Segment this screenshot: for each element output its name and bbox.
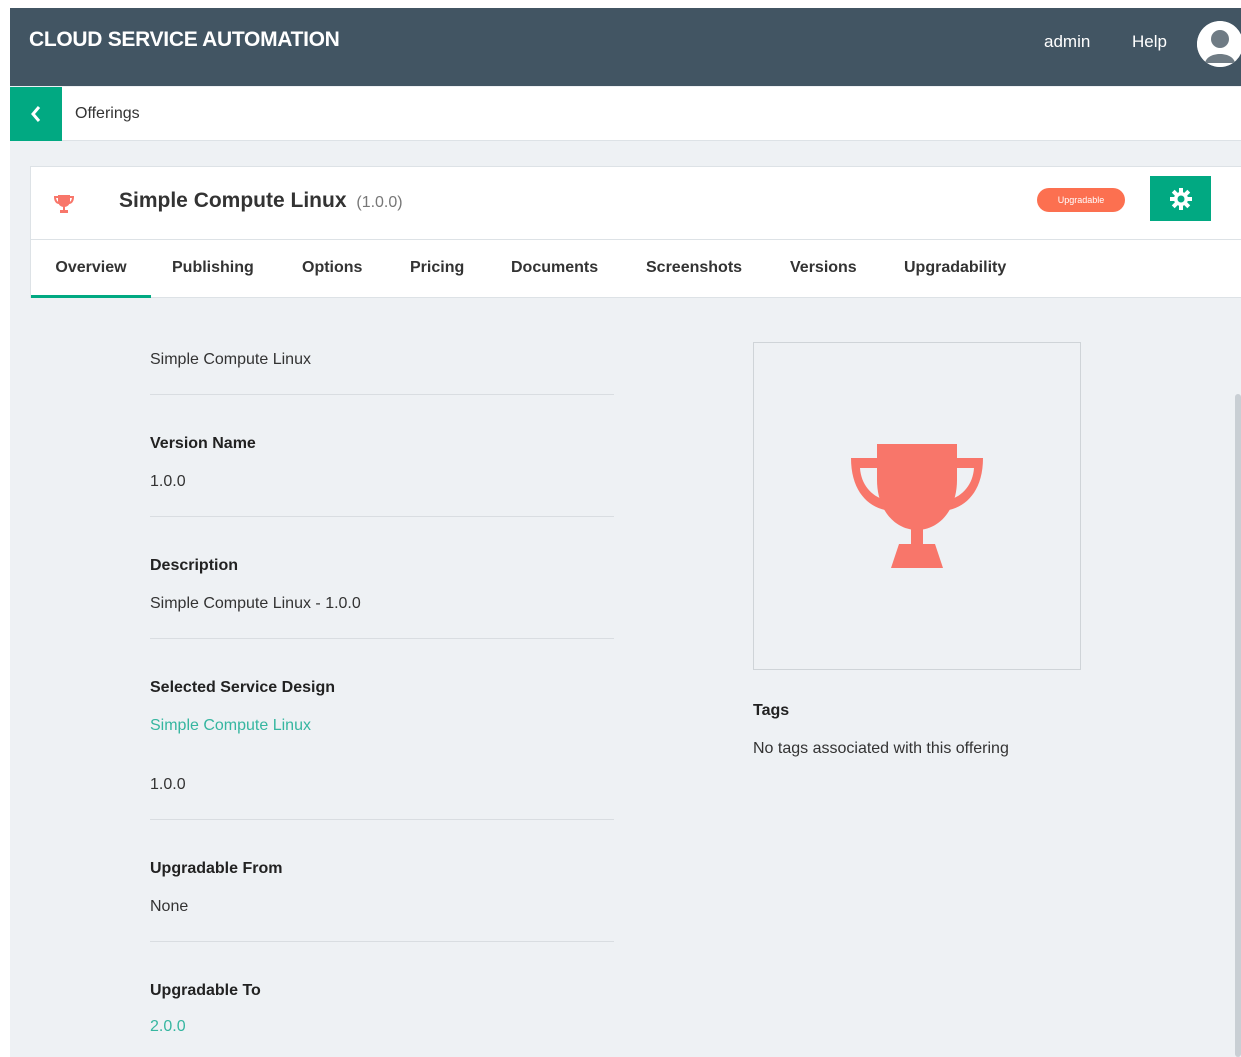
upgradable-from-value: None	[150, 898, 189, 915]
back-button[interactable]	[10, 87, 62, 141]
description-value: Simple Compute Linux - 1.0.0	[150, 595, 361, 612]
upgradable-to-label: Upgradable To	[150, 982, 261, 999]
tab-bar: Overview Publishing Options Pricing Docu…	[30, 240, 1241, 298]
admin-menu[interactable]: admin	[1044, 32, 1090, 52]
offering-header: Simple Compute Linux (1.0.0) Upgradable	[30, 166, 1241, 240]
help-link[interactable]: Help	[1132, 32, 1167, 52]
upgradable-from-label: Upgradable From	[150, 860, 283, 877]
trophy-icon	[53, 193, 75, 220]
divider	[150, 941, 614, 942]
tab-screenshots[interactable]: Screenshots	[646, 240, 742, 298]
tags-value: No tags associated with this offering	[753, 740, 1009, 757]
description-label: Description	[150, 557, 239, 574]
user-avatar-icon[interactable]	[1197, 21, 1241, 67]
divider	[150, 516, 614, 517]
upgradable-to-link[interactable]: 2.0.0	[150, 1018, 186, 1036]
gear-icon	[1169, 187, 1192, 210]
scrollbar[interactable]	[1235, 394, 1241, 1057]
divider	[150, 638, 614, 639]
top-header: CLOUD SERVICE AUTOMATION admin Help	[10, 8, 1241, 86]
settings-button[interactable]	[1150, 176, 1211, 221]
breadcrumb: Offerings	[10, 87, 1241, 141]
tab-publishing[interactable]: Publishing	[172, 240, 254, 298]
service-design-version: 1.0.0	[150, 776, 186, 793]
trophy-icon	[851, 444, 983, 568]
service-design-label: Selected Service Design	[150, 679, 335, 696]
offering-version: (1.0.0)	[356, 194, 403, 211]
tab-documents[interactable]: Documents	[511, 240, 598, 298]
breadcrumb-label[interactable]: Offerings	[75, 105, 140, 123]
status-badge: Upgradable	[1037, 188, 1125, 212]
tags-label: Tags	[753, 702, 790, 719]
version-name-label: Version Name	[150, 435, 256, 452]
divider	[150, 394, 614, 395]
tab-overview[interactable]: Overview	[31, 240, 151, 298]
display-name-value: Simple Compute Linux	[150, 351, 311, 368]
overview-content: Simple Compute Linux Version Name 1.0.0 …	[10, 299, 1241, 1057]
tab-options[interactable]: Options	[302, 240, 362, 298]
divider	[150, 819, 614, 820]
tab-versions[interactable]: Versions	[790, 240, 857, 298]
chevron-left-icon	[31, 106, 41, 122]
offering-title: Simple Compute Linux (1.0.0)	[119, 189, 403, 213]
app-brand: CLOUD SERVICE AUTOMATION	[29, 28, 340, 51]
tab-pricing[interactable]: Pricing	[410, 240, 464, 298]
offering-image	[753, 342, 1081, 670]
version-name-value: 1.0.0	[150, 473, 186, 490]
offering-name: Simple Compute Linux	[119, 189, 347, 212]
app-frame: CLOUD SERVICE AUTOMATION admin Help Offe…	[10, 8, 1241, 1057]
service-design-link[interactable]: Simple Compute Linux	[150, 717, 311, 735]
tab-upgradability[interactable]: Upgradability	[904, 240, 1006, 298]
